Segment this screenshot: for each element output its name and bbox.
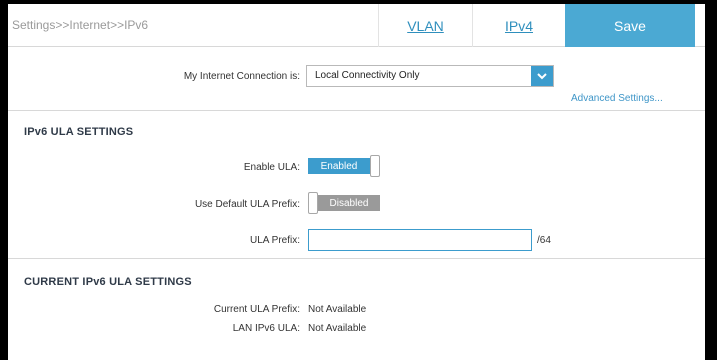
use-default-prefix-label: Use Default ULA Prefix: [194, 199, 300, 210]
toggle-knob [370, 155, 380, 177]
connection-type-label: My Internet Connection is: [183, 71, 300, 82]
tab-ipv4[interactable]: IPv4 [505, 18, 533, 34]
tab-cell-vlan: VLAN [378, 4, 472, 47]
enable-ula-state: Enabled [308, 158, 370, 174]
ula-prefix-suffix: /64 [537, 235, 551, 246]
ula-prefix-label: ULA Prefix: [249, 235, 300, 246]
connection-type-value: Local Connectivity Only [315, 70, 420, 81]
toggle-knob [308, 192, 318, 214]
lan-ipv6-ula-label: LAN IPv6 ULA: [232, 323, 300, 334]
settings-panel: Settings>>Internet>>IPv6 VLAN IPv4 Save … [8, 4, 705, 360]
section-divider [8, 110, 705, 111]
use-default-prefix-state: Disabled [318, 195, 380, 211]
connection-type-select[interactable]: Local Connectivity Only [306, 65, 554, 87]
current-ula-prefix-value: Not Available [308, 304, 367, 315]
ula-settings-title: IPv6 ULA SETTINGS [24, 126, 134, 138]
current-ula-settings-title: CURRENT IPv6 ULA SETTINGS [24, 276, 192, 288]
save-button[interactable]: Save [565, 4, 695, 47]
ula-prefix-input[interactable] [308, 229, 532, 251]
tab-cell-ipv4: IPv4 [472, 4, 565, 47]
section-divider [8, 258, 705, 259]
tab-vlan[interactable]: VLAN [407, 18, 444, 34]
page-header: Settings>>Internet>>IPv6 VLAN IPv4 Save [8, 4, 705, 47]
chevron-down-icon[interactable] [531, 66, 553, 86]
enable-ula-label: Enable ULA: [243, 162, 300, 173]
current-ula-prefix-label: Current ULA Prefix: [213, 304, 300, 315]
lan-ipv6-ula-value: Not Available [308, 323, 367, 334]
advanced-settings-link[interactable]: Advanced Settings... [571, 93, 663, 104]
use-default-prefix-toggle[interactable]: Disabled [308, 192, 380, 214]
enable-ula-toggle[interactable]: Enabled [308, 155, 380, 177]
breadcrumb: Settings>>Internet>>IPv6 [12, 18, 149, 32]
